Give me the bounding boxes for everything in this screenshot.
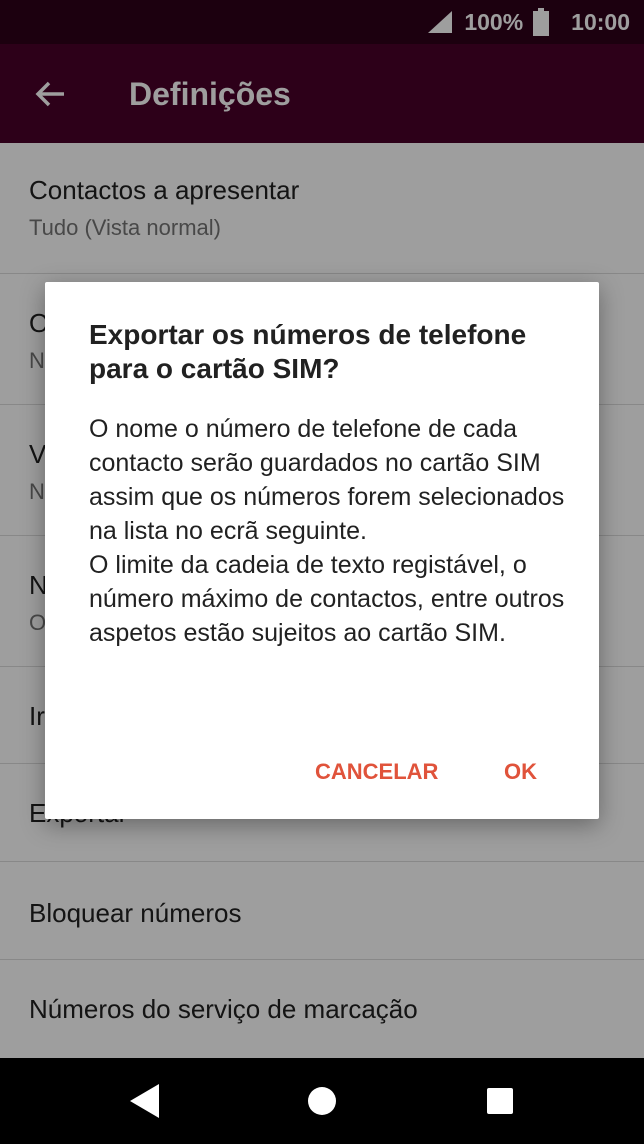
dialog-message-paragraph: O limite da cadeia de texto registável, …	[89, 551, 565, 647]
navigation-bar	[0, 1058, 644, 1144]
export-sim-dialog: Exportar os números de telefone para o c…	[45, 282, 599, 819]
square-recents-icon[interactable]	[478, 1079, 522, 1123]
ok-button[interactable]: OK	[504, 752, 537, 792]
dialog-message-paragraph: O nome o número de telefone de cada cont…	[89, 415, 565, 545]
triangle-back-icon[interactable]	[122, 1079, 166, 1123]
cancel-button[interactable]: CANCELAR	[315, 752, 438, 792]
circle-home-icon[interactable]	[300, 1079, 344, 1123]
dialog-title: Exportar os números de telefone para o c…	[89, 319, 527, 384]
dialog-message: O nome o número de telefone de cada cont…	[89, 412, 569, 650]
